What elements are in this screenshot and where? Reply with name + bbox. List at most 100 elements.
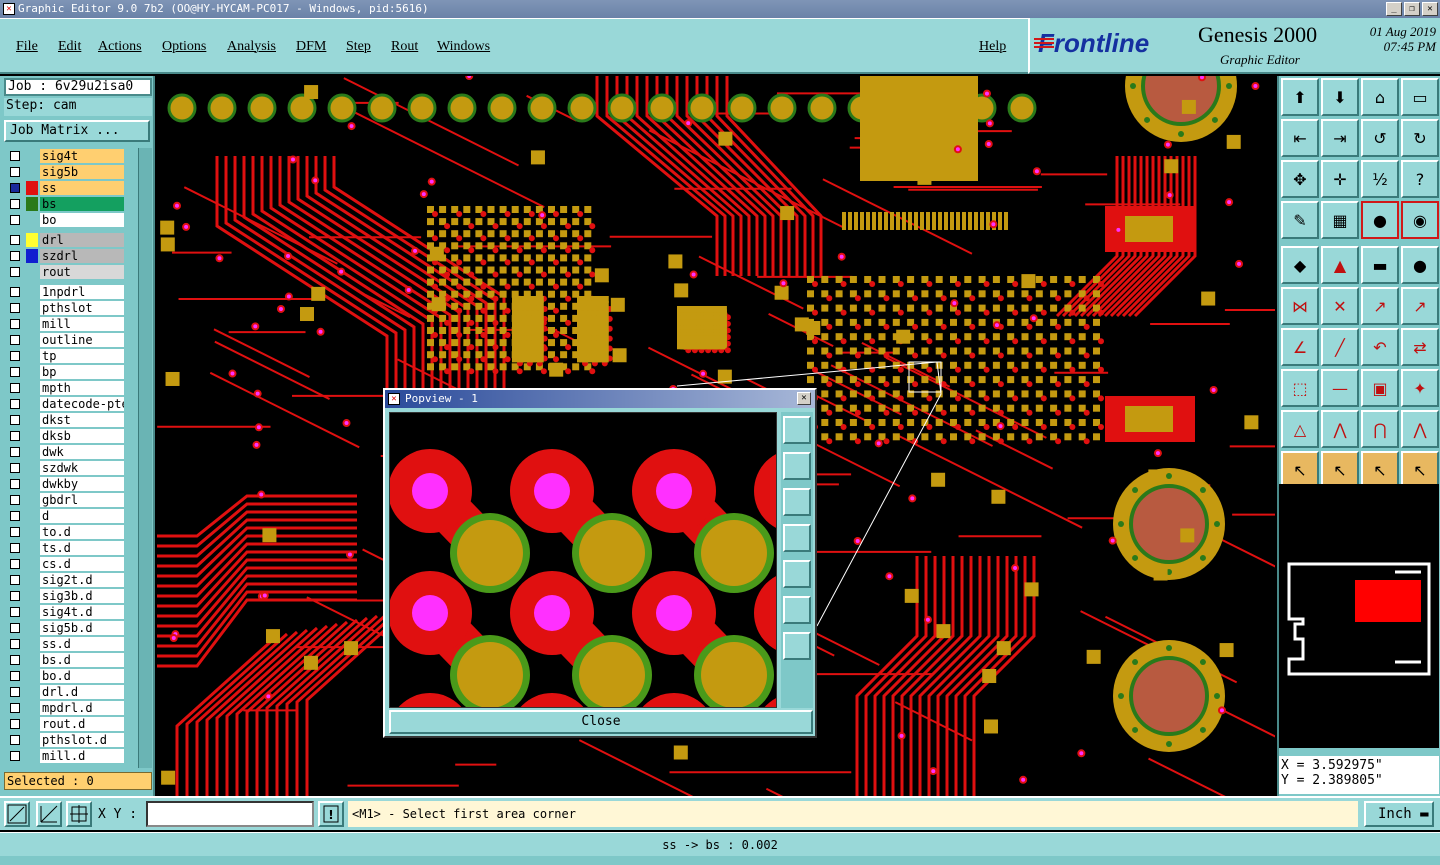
- layer-name[interactable]: sig2t.d: [40, 573, 124, 587]
- color-icon[interactable]: ▲: [1321, 246, 1359, 284]
- layer-checkbox[interactable]: [10, 183, 20, 193]
- popview-zoom-view[interactable]: [389, 412, 777, 708]
- layer-row-drl[interactable]: drl: [4, 232, 124, 248]
- pan-icon[interactable]: ✛: [1321, 160, 1359, 198]
- layer-row-bo-d[interactable]: bo.d: [4, 668, 124, 684]
- cross-icon[interactable]: ✕: [1321, 287, 1359, 325]
- arch-icon[interactable]: ⋂: [1361, 410, 1399, 448]
- layer-checkbox[interactable]: [10, 351, 20, 361]
- layer-checkbox[interactable]: [10, 527, 20, 537]
- move-icon[interactable]: —: [1321, 369, 1359, 407]
- layer-checkbox[interactable]: [10, 655, 20, 665]
- point-icon[interactable]: ↗: [1401, 287, 1439, 325]
- layer-name[interactable]: sig4t.d: [40, 605, 124, 619]
- layer-checkbox[interactable]: [10, 479, 20, 489]
- layer-row-to-d[interactable]: to.d: [4, 524, 124, 540]
- layer-checkbox[interactable]: [10, 447, 20, 457]
- layer-checkbox[interactable]: [10, 287, 20, 297]
- layer-checkbox[interactable]: [10, 559, 20, 569]
- snap-line-icon[interactable]: ↗: [1361, 287, 1399, 325]
- popview-close-button[interactable]: Close: [389, 710, 813, 734]
- menu-file[interactable]: File: [16, 39, 38, 55]
- layer-name[interactable]: szdwk: [40, 461, 124, 475]
- layer-checkbox[interactable]: [10, 511, 20, 521]
- layer-name[interactable]: ss.d: [40, 637, 124, 651]
- layer-name[interactable]: d: [40, 509, 124, 523]
- zoom-left-icon[interactable]: ⇤: [1281, 119, 1319, 157]
- snap-icon[interactable]: [4, 801, 30, 827]
- layer-checkbox[interactable]: [10, 399, 20, 409]
- layer-checkbox[interactable]: [10, 719, 20, 729]
- grid-icon[interactable]: ▦: [1321, 201, 1359, 239]
- layer-row-ss[interactable]: ss: [4, 180, 124, 196]
- layer-row-gbdrl[interactable]: gbdrl: [4, 492, 124, 508]
- layer-row-d[interactable]: d: [4, 508, 124, 524]
- resize-icon[interactable]: ▣: [1361, 369, 1399, 407]
- minimize-button[interactable]: _: [1386, 2, 1402, 16]
- menu-rout[interactable]: Rout: [391, 39, 418, 55]
- menu-windows[interactable]: Windows: [437, 39, 490, 55]
- layer-name[interactable]: ts.d: [40, 541, 124, 555]
- close-window-button[interactable]: ✕: [1422, 2, 1438, 16]
- split-view-icon[interactable]: ▭: [1401, 78, 1439, 116]
- arc-icon[interactable]: ↶: [1361, 328, 1399, 366]
- surface-icon[interactable]: ⋀: [1401, 410, 1439, 448]
- layer-checkbox[interactable]: [10, 215, 20, 225]
- layer-name[interactable]: sig5b.d: [40, 621, 124, 635]
- layer-row-rout-d[interactable]: rout.d: [4, 716, 124, 732]
- layer-checkbox[interactable]: [10, 639, 20, 649]
- layer-row-mill-d[interactable]: mill.d: [4, 748, 124, 764]
- layer-name[interactable]: 1npdrl: [40, 285, 124, 299]
- layer-name[interactable]: cs.d: [40, 557, 124, 571]
- layer-row-mill[interactable]: mill: [4, 316, 124, 332]
- job-matrix-button[interactable]: Job Matrix ...: [4, 120, 150, 142]
- layer-row-ss-d[interactable]: ss.d: [4, 636, 124, 652]
- layer-name[interactable]: sig4t: [40, 149, 124, 163]
- overview-map[interactable]: [1279, 484, 1439, 748]
- polygon-icon[interactable]: ⋀: [1321, 410, 1359, 448]
- layer-row-bp[interactable]: bp: [4, 364, 124, 380]
- layer-name[interactable]: dwkby: [40, 477, 124, 491]
- layer-checkbox[interactable]: [10, 495, 20, 505]
- layer-checkbox[interactable]: [10, 199, 20, 209]
- layer-name[interactable]: mill.d: [40, 749, 124, 763]
- layer-checkbox[interactable]: [10, 607, 20, 617]
- layer-row-bs[interactable]: bs: [4, 196, 124, 212]
- layer-name[interactable]: outline: [40, 333, 124, 347]
- layer-checkbox[interactable]: [10, 703, 20, 713]
- popview-close-icon[interactable]: ✕: [797, 392, 811, 405]
- select-icon[interactable]: ⬚: [1281, 369, 1319, 407]
- popview-pan-up-icon[interactable]: [783, 452, 811, 480]
- layer-checkbox[interactable]: [10, 251, 20, 261]
- popview-pan-down-icon[interactable]: [783, 488, 811, 516]
- overview-svg[interactable]: [1279, 484, 1439, 748]
- menu-analysis[interactable]: Analysis: [227, 39, 276, 55]
- layer-row-dwkby[interactable]: dwkby: [4, 476, 124, 492]
- layer-name[interactable]: rout: [40, 265, 124, 279]
- layer-checkbox[interactable]: [10, 151, 20, 161]
- layer-checkbox[interactable]: [10, 751, 20, 761]
- layer-checkbox[interactable]: [10, 687, 20, 697]
- layer-name[interactable]: dwk: [40, 445, 124, 459]
- layer-row-szdrl[interactable]: szdrl: [4, 248, 124, 264]
- layer-checkbox[interactable]: [10, 383, 20, 393]
- zoom-up-icon[interactable]: ⬇: [1321, 78, 1359, 116]
- popview-zoom-fit-icon[interactable]: [783, 416, 811, 444]
- layer-name[interactable]: sig3b.d: [40, 589, 124, 603]
- layer-name[interactable]: bs: [40, 197, 124, 211]
- layer-checkbox[interactable]: [10, 267, 20, 277]
- layer-row-bs-d[interactable]: bs.d: [4, 652, 124, 668]
- measure-icon[interactable]: ✎: [1281, 201, 1319, 239]
- layer-checkbox[interactable]: [10, 319, 20, 329]
- layer-checkbox[interactable]: [10, 671, 20, 681]
- home-icon[interactable]: ⌂: [1361, 78, 1399, 116]
- layer-row-bo[interactable]: bo: [4, 212, 124, 228]
- layer-name[interactable]: bs.d: [40, 653, 124, 667]
- restore-button[interactable]: ❐: [1404, 2, 1420, 16]
- layer-name[interactable]: szdrl: [40, 249, 124, 263]
- layer-row-pthslot-d[interactable]: pthslot.d: [4, 732, 124, 748]
- layer-row-pthslot[interactable]: pthslot: [4, 300, 124, 316]
- layer-row-drl-d[interactable]: drl.d: [4, 684, 124, 700]
- layer-name[interactable]: drl.d: [40, 685, 124, 699]
- layer-checkbox[interactable]: [10, 367, 20, 377]
